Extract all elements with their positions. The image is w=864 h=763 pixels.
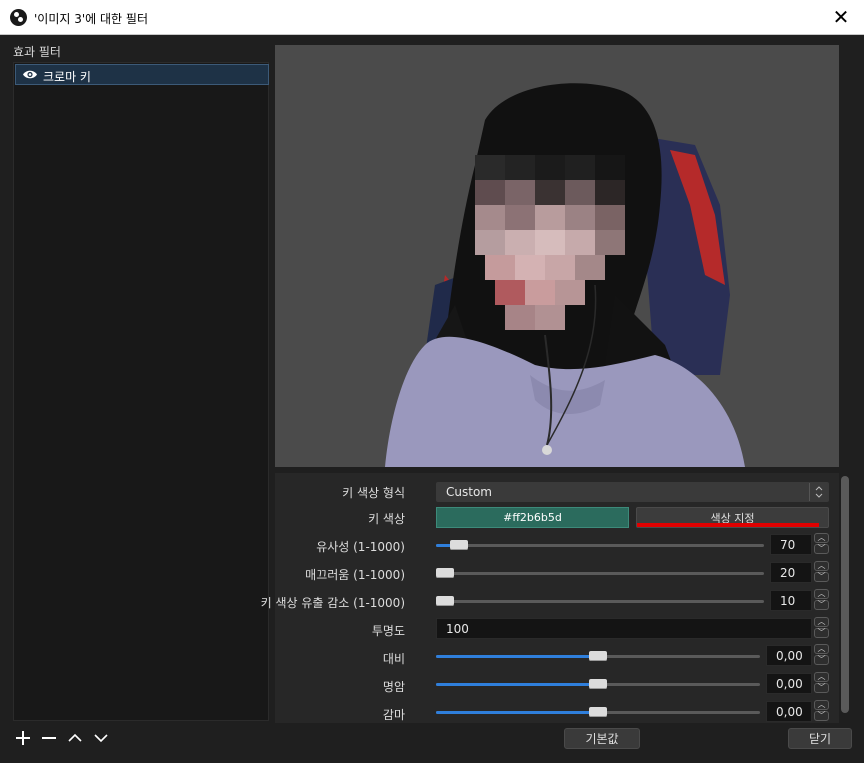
remove-filter-button[interactable] [39,728,59,748]
spill-reduction-spin-arrows[interactable]: ︿ ﹀ [814,589,829,610]
spin-down-icon[interactable]: ﹀ [814,711,829,721]
spin-up-icon[interactable]: ︿ [814,617,829,627]
spin-up-icon[interactable]: ︿ [814,533,829,543]
move-down-button[interactable] [91,728,111,748]
similarity-slider[interactable] [436,540,764,550]
similarity-spin-arrows[interactable]: ︿ ﹀ [814,533,829,554]
spill-reduction-slider[interactable] [436,596,764,606]
key-color-type-value: Custom [446,485,492,499]
title-bar: '이미지 3'에 대한 필터 ✕ [0,0,864,35]
scrollbar-thumb[interactable] [841,476,849,713]
plus-icon [16,731,30,745]
gamma-input[interactable]: 0,00 [766,701,812,722]
smoothness-spin-arrows[interactable]: ︿ ﹀ [814,561,829,582]
spin-up-icon[interactable]: ︿ [814,700,829,710]
smoothness-label: 매끄러움 (1-1000) [305,568,405,582]
chevron-up-icon [68,733,82,742]
close-window-button[interactable]: ✕ [818,0,864,34]
spin-down-icon[interactable]: ﹀ [814,600,829,610]
spill-reduction-input[interactable]: 10 [770,590,812,611]
minus-icon [42,737,56,739]
contrast-label: 대비 [382,652,405,666]
opacity-spin-arrows[interactable]: ︿ ﹀ [814,617,829,638]
filter-item-label: 크로마 키 [43,70,91,84]
filter-properties: 키 색상 형식 Custom 키 색상 #ff2b6b5d 색상 지정 유사성 … [261,473,839,723]
obs-logo-icon [10,9,27,26]
filter-list[interactable]: 크로마 키 [13,62,269,721]
smoothness-slider-handle[interactable] [436,568,454,578]
brightness-spin-arrows[interactable]: ︿ ﹀ [814,672,829,693]
key-color-type-label: 키 색상 형식 [342,486,405,500]
spill-reduction-label: 키 색상 유출 감소 (1-1000) [260,596,405,610]
key-color-type-select[interactable]: Custom [436,482,829,502]
spin-down-icon[interactable]: ﹀ [814,628,829,638]
spill-reduction-slider-handle[interactable] [436,596,454,606]
effect-filters-label: 효과 필터 [13,45,61,59]
updown-arrow-icon [809,483,828,501]
similarity-slider-handle[interactable] [449,540,468,550]
chevron-down-icon [94,734,108,743]
gamma-spin-arrows[interactable]: ︿ ﹀ [814,700,829,721]
properties-scrollbar[interactable] [839,473,851,723]
spin-up-icon[interactable]: ︿ [814,561,829,571]
brightness-slider[interactable] [436,679,760,689]
key-color-swatch: #ff2b6b5d [436,507,629,528]
similarity-input[interactable]: 70 [770,534,812,555]
smoothness-slider[interactable] [436,568,764,578]
move-up-button[interactable] [65,728,85,748]
source-preview [275,45,839,467]
gamma-slider-fill [436,711,598,714]
brightness-label: 명암 [382,680,405,694]
add-filter-button[interactable] [13,728,33,748]
preview-image [275,45,839,467]
smoothness-input[interactable]: 20 [770,562,812,583]
spin-down-icon[interactable]: ﹀ [814,544,829,554]
contrast-slider-fill [436,655,598,658]
spin-up-icon[interactable]: ︿ [814,589,829,599]
contrast-slider-handle[interactable] [589,651,607,661]
gamma-label: 감마 [382,708,405,722]
brightness-slider-fill [436,683,598,686]
brightness-input[interactable]: 0,00 [766,673,812,694]
spin-down-icon[interactable]: ﹀ [814,683,829,693]
gamma-slider[interactable] [436,707,760,717]
defaults-button[interactable]: 기본값 [564,728,640,749]
spin-up-icon[interactable]: ︿ [814,672,829,682]
gamma-slider-handle[interactable] [589,707,607,717]
contrast-input[interactable]: 0,00 [766,645,812,666]
spin-up-icon[interactable]: ︿ [814,644,829,654]
contrast-spin-arrows[interactable]: ︿ ﹀ [814,644,829,665]
similarity-label: 유사성 (1-1000) [316,540,405,554]
spin-down-icon[interactable]: ﹀ [814,655,829,665]
contrast-slider[interactable] [436,651,760,661]
window-title: '이미지 3'에 대한 필터 [34,12,148,26]
red-underline-annotation [637,523,819,527]
key-color-label: 키 색상 [368,512,405,526]
spin-down-icon[interactable]: ﹀ [814,572,829,582]
close-button[interactable]: 닫기 [788,728,852,749]
brightness-slider-handle[interactable] [589,679,607,689]
opacity-label: 투명도 [371,624,405,638]
opacity-input[interactable]: 100 [436,618,812,639]
eye-icon[interactable] [22,69,38,80]
filter-item-chroma-key[interactable]: 크로마 키 [15,64,269,85]
